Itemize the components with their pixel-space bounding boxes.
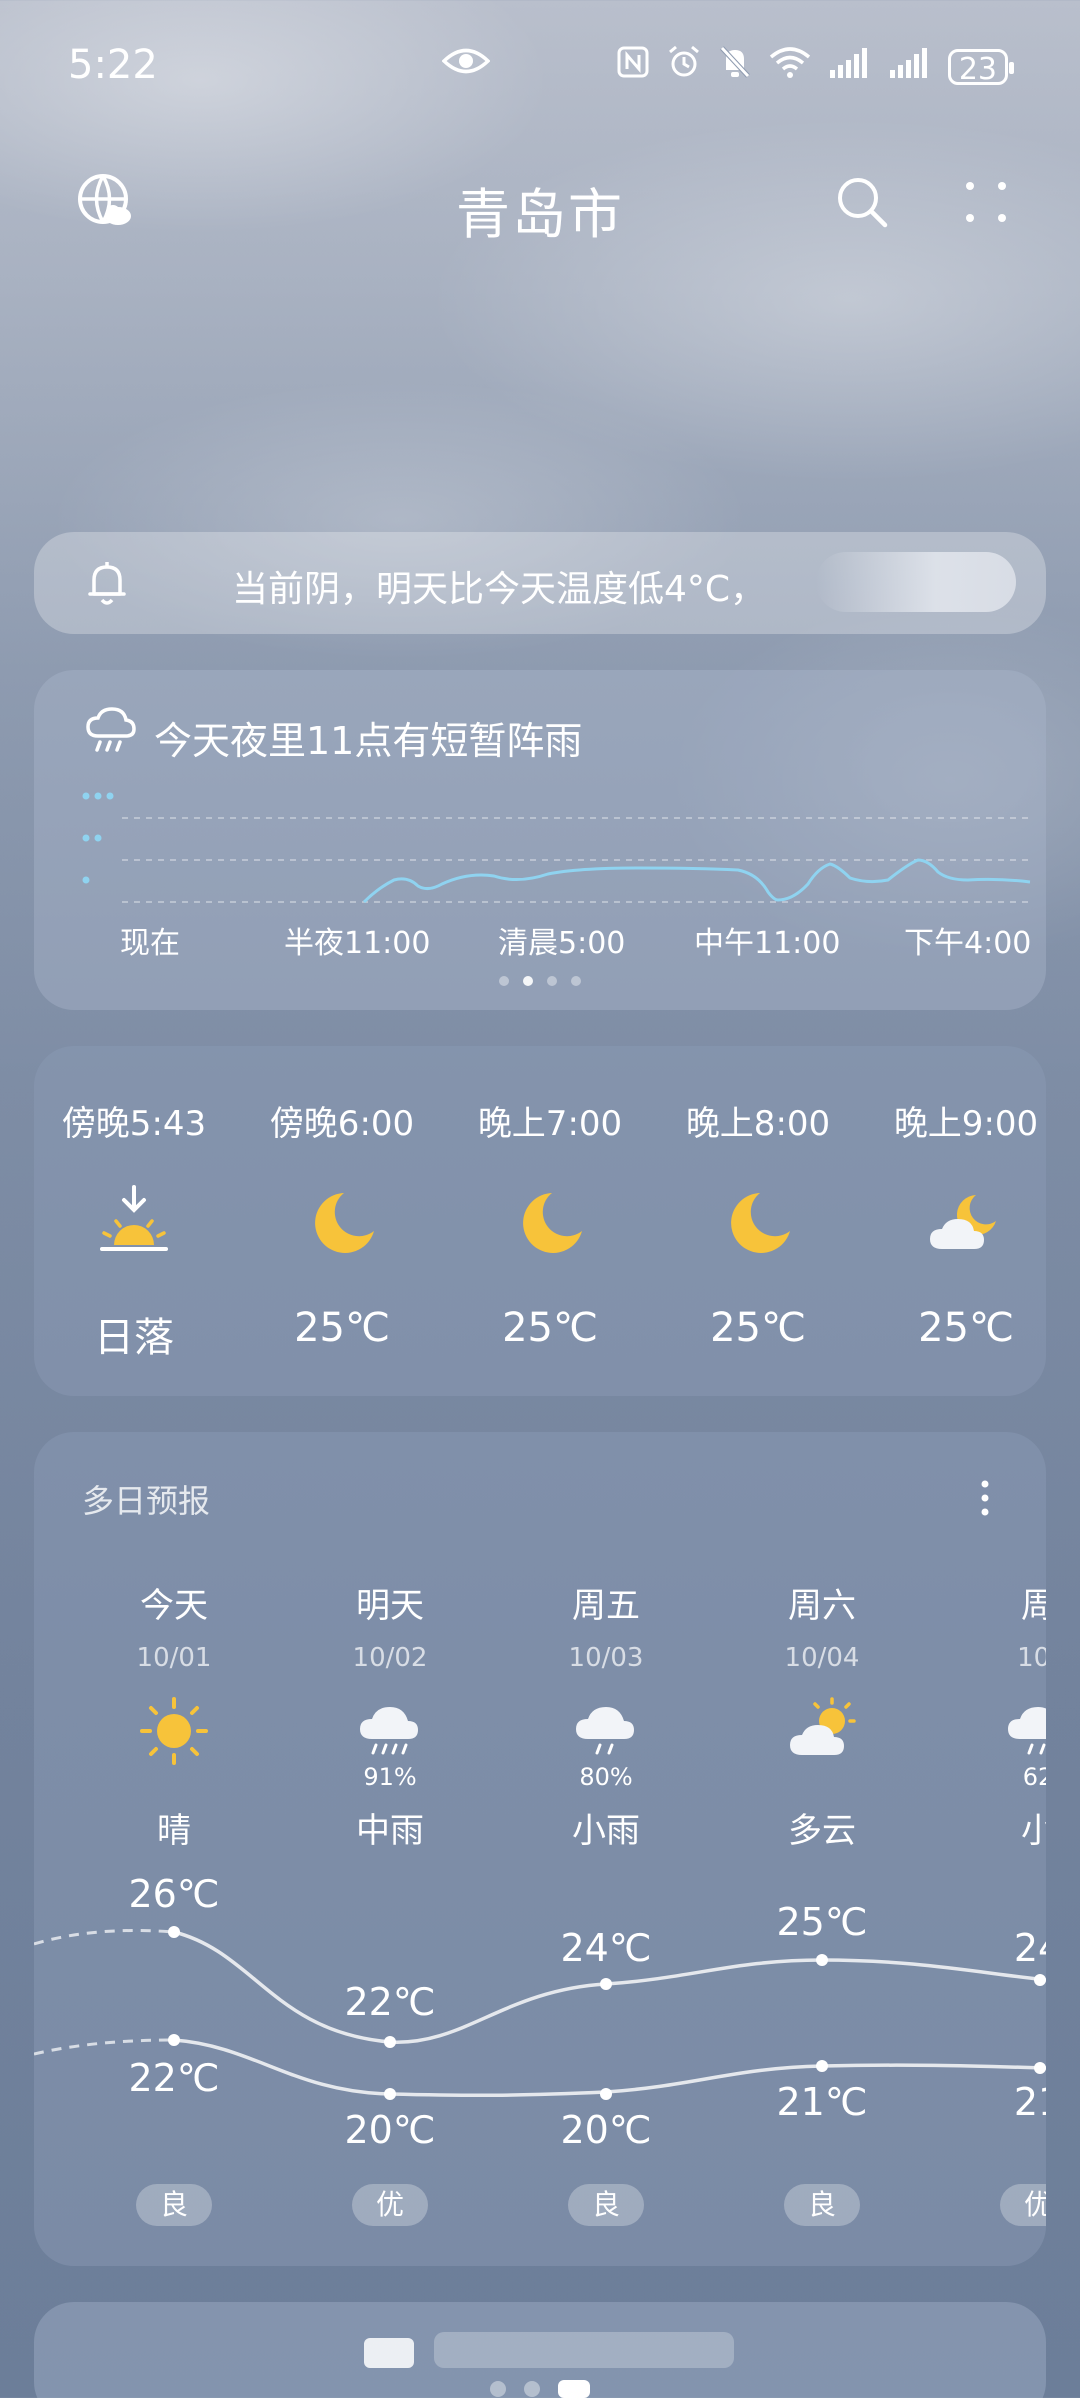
city-name[interactable]: 青岛市 bbox=[0, 170, 1080, 249]
aqi-badge: 优 bbox=[1000, 2184, 1046, 2226]
city-page-indicator bbox=[0, 2380, 1080, 2398]
chart-x-label: 中午11:00 bbox=[694, 926, 841, 961]
precipitation-title: 今天夜里11点有短暂阵雨 bbox=[154, 719, 583, 763]
hourly-item: 傍晚5:43 日落 bbox=[61, 1104, 207, 1361]
aqi-badge: 良 bbox=[568, 2184, 644, 2226]
sun-cloud-icon bbox=[790, 1697, 856, 1755]
daily-item[interactable]: 明天 10/02 91% 中雨 bbox=[290, 1578, 490, 1852]
wifi-icon bbox=[768, 45, 812, 88]
moon-cloud-icon bbox=[930, 1195, 996, 1249]
intensity-medium-icon bbox=[82, 834, 102, 842]
daily-forecast-card[interactable]: 多日预报 今天 10/01 晴 明天 10/02 91% 中雨 周五 10/03… bbox=[34, 1432, 1046, 2266]
rain-cloud-icon bbox=[360, 1707, 418, 1755]
low-temp: 21 bbox=[1013, 2080, 1046, 2124]
hourly-item: 傍晚6:00 25℃ bbox=[269, 1104, 415, 1351]
battery-indicator: 23 bbox=[947, 48, 1015, 87]
high-temp: 25℃ bbox=[776, 1900, 868, 1944]
intensity-heavy-icon bbox=[82, 792, 114, 800]
search-icon[interactable] bbox=[834, 174, 890, 230]
rain-cloud-icon bbox=[1008, 1707, 1046, 1755]
aqi-badge: 良 bbox=[784, 2184, 860, 2226]
more-options-icon[interactable] bbox=[960, 176, 1012, 228]
low-temp: 22℃ bbox=[128, 2056, 220, 2100]
low-temp: 20℃ bbox=[344, 2108, 436, 2152]
signal-icon-1 bbox=[828, 46, 872, 87]
daily-item[interactable]: 周 10/ 62 小 bbox=[938, 1578, 1046, 1852]
hourly-forecast-card[interactable]: 傍晚5:43 日落 傍晚6:00 25℃ 晚上7:00 25℃ 晚上8:00 2… bbox=[34, 1046, 1046, 1396]
card-page-indicator bbox=[34, 976, 1046, 986]
high-temp: 24℃ bbox=[560, 1926, 652, 1970]
alarm-icon bbox=[666, 44, 702, 89]
moon-icon bbox=[523, 1193, 582, 1253]
rain-cloud-icon bbox=[86, 707, 136, 752]
chart-x-label: 半夜11:00 bbox=[284, 926, 431, 961]
high-temp: 26℃ bbox=[128, 1872, 220, 1916]
top-bar: 青岛市 bbox=[0, 160, 1080, 250]
sunset-icon bbox=[100, 1185, 168, 1251]
intensity-light-icon bbox=[82, 876, 90, 884]
chart-x-label: 现在 bbox=[120, 926, 180, 961]
chart-x-label: 下午4:00 bbox=[904, 926, 1032, 961]
daily-item[interactable]: 今天 10/01 晴 bbox=[74, 1578, 274, 1852]
aqi-badge: 良 bbox=[136, 2184, 212, 2226]
low-temp: 20℃ bbox=[560, 2108, 652, 2152]
hourly-item: 晚上7:00 25℃ bbox=[477, 1104, 623, 1351]
chart-x-label: 清晨5:00 bbox=[498, 926, 626, 961]
daily-item[interactable]: 周六 10/04 多云 bbox=[722, 1578, 922, 1852]
weather-alert-bar[interactable]: 当前阴，明天比今天温度低4°C， bbox=[34, 532, 1046, 634]
mute-bell-icon bbox=[718, 44, 752, 89]
moon-icon bbox=[315, 1193, 374, 1253]
signal-icon-2 bbox=[888, 46, 932, 87]
sun-icon bbox=[140, 1697, 208, 1765]
high-temp: 24 bbox=[1013, 1926, 1046, 1970]
hourly-item: 晚上9:00 25℃ bbox=[893, 1104, 1039, 1351]
hourly-item: 晚上8:00 25℃ bbox=[685, 1104, 831, 1351]
eye-icon bbox=[442, 48, 490, 74]
high-temp: 22℃ bbox=[344, 1980, 436, 2024]
aqi-badge: 优 bbox=[352, 2184, 428, 2226]
precipitation-card[interactable]: 今天夜里11点有短暂阵雨 现在 半夜11:00 清晨5:00 中午11:00 下… bbox=[34, 670, 1046, 1010]
precipitation-line bbox=[362, 858, 1031, 904]
moon-icon bbox=[731, 1193, 790, 1253]
status-time: 5:22 bbox=[68, 42, 158, 88]
precipitation-chart bbox=[82, 792, 1031, 904]
low-temp: 21℃ bbox=[776, 2080, 868, 2124]
bell-icon bbox=[88, 562, 126, 605]
daily-item[interactable]: 周五 10/03 80% 小雨 bbox=[506, 1578, 706, 1852]
nfc-icon bbox=[616, 45, 650, 88]
rain-cloud-icon bbox=[576, 1707, 634, 1755]
status-bar: 5:22 23 bbox=[0, 0, 1080, 130]
